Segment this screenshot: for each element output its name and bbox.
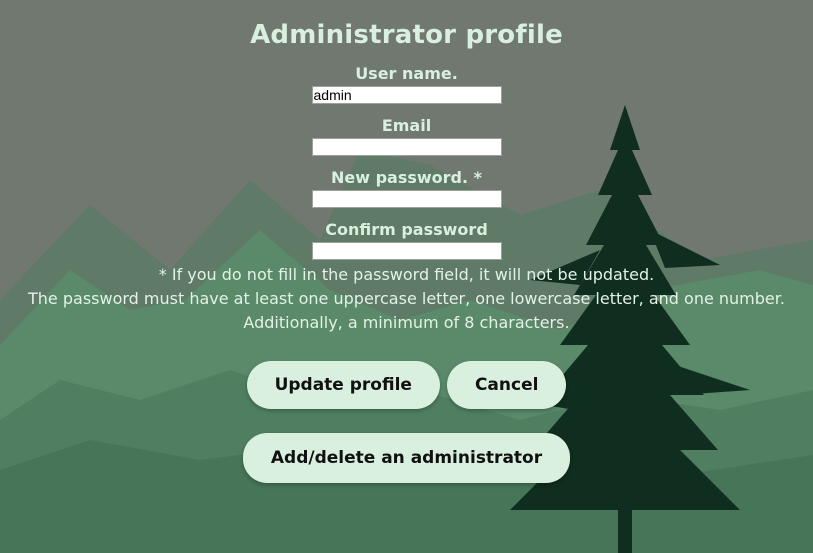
update-profile-button[interactable]: Update profile (246, 361, 440, 409)
new-password-label: New password. * (330, 168, 483, 187)
add-delete-administrator-button[interactable]: Add/delete an administrator (242, 433, 571, 483)
page-title: Administrator profile (250, 20, 563, 50)
note-line-1: * If you do not fill in the password fie… (158, 265, 655, 284)
username-input[interactable] (311, 86, 502, 104)
new-password-input[interactable] (311, 190, 502, 208)
confirm-password-input[interactable] (311, 242, 502, 260)
email-input[interactable] (311, 138, 502, 156)
note-line-2: The password must have at least one uppe… (28, 289, 785, 308)
confirm-password-label: Confirm password (325, 220, 488, 239)
username-label: User name. (355, 64, 458, 83)
note-line-3: Additionally, a minimum of 8 characters. (243, 313, 570, 332)
cancel-button[interactable]: Cancel (446, 361, 567, 409)
email-label: Email (381, 116, 432, 135)
password-note: * If you do not fill in the password fie… (28, 263, 785, 335)
profile-form-container: Administrator profile User name. Email N… (0, 0, 813, 553)
form-actions: Update profile Cancel (246, 361, 567, 409)
